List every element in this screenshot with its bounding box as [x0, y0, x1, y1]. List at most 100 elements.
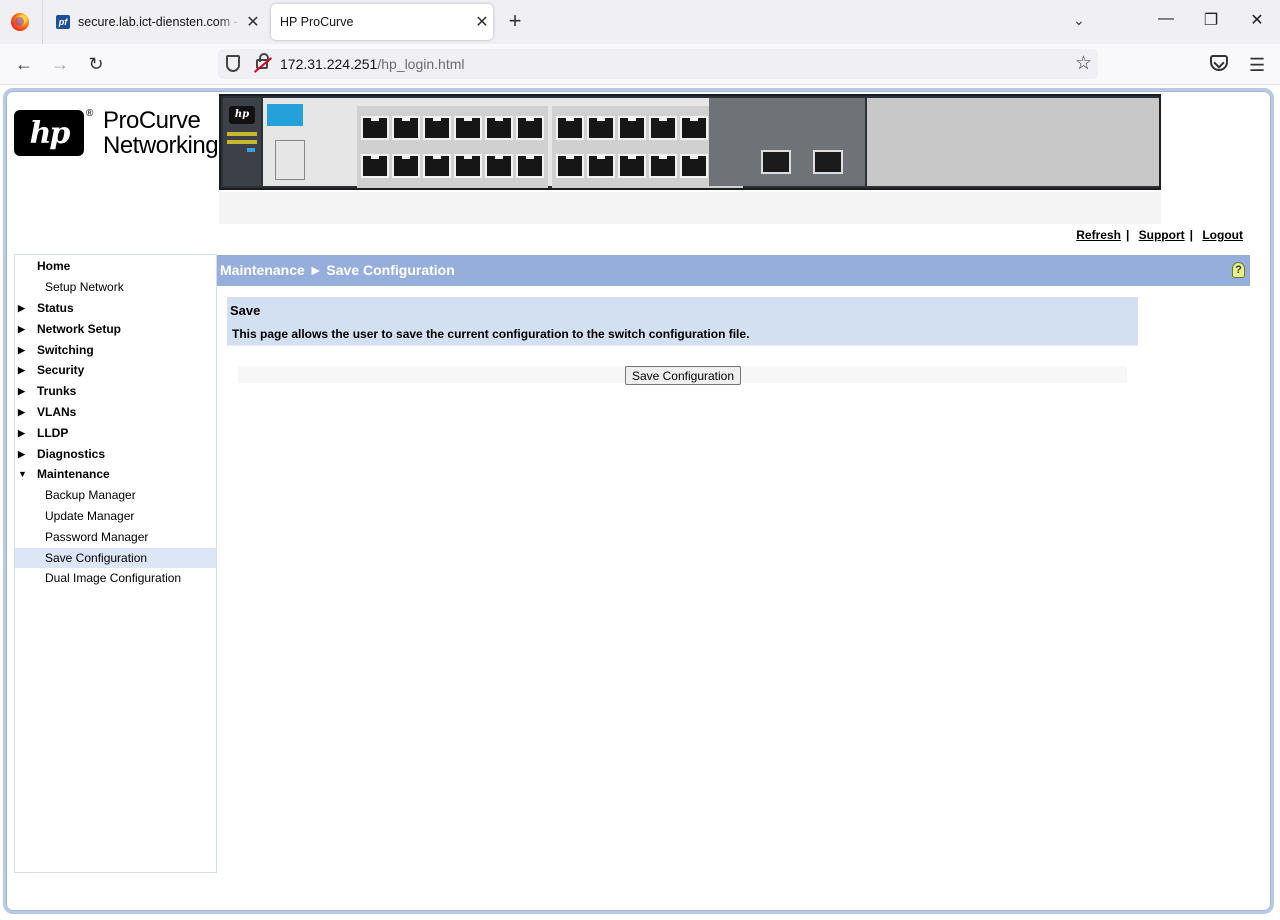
- chevron-down-icon[interactable]: ⌄: [1073, 12, 1085, 29]
- sidebar-item-lldp[interactable]: ▶ LLDP: [15, 423, 216, 443]
- sidebar-item-label: Trunks: [37, 384, 77, 398]
- sidebar-item-label: VLANs: [37, 405, 77, 419]
- url-host: 172.31.224.251: [280, 56, 378, 72]
- sidebar-item-maintenance[interactable]: ▼ Maintenance: [15, 464, 216, 484]
- insecure-lock-icon[interactable]: [256, 53, 269, 69]
- separator: |: [1189, 228, 1193, 242]
- tab-secure-lab[interactable]: pf secure.lab.ict-diensten.com - St ✕: [48, 4, 264, 40]
- fault-led: [227, 140, 257, 144]
- window-close-button[interactable]: ✕: [1242, 10, 1272, 30]
- sidebar-item-save-configuration[interactable]: Save Configuration: [15, 548, 216, 568]
- reload-icon[interactable]: ↻: [84, 54, 108, 74]
- expand-arrow-icon: ▶: [18, 427, 25, 438]
- expand-arrow-icon: ▶: [18, 323, 25, 334]
- port-icon: [680, 116, 708, 140]
- port-icon: [485, 154, 513, 178]
- sidebar-item-label: Switching: [37, 343, 94, 357]
- registered-mark: ®: [86, 108, 94, 119]
- separator: |: [1125, 228, 1130, 242]
- forward-arrow-icon[interactable]: →: [48, 54, 72, 74]
- sidebar-item-label: Home: [37, 259, 71, 273]
- sidebar-item-label: Network Setup: [37, 322, 122, 336]
- switch-blank-panel: [867, 98, 1159, 186]
- sidebar-item-switching[interactable]: ▶ Switching: [15, 340, 216, 360]
- brand-name: ProCurve Networking: [103, 107, 219, 158]
- port-icon: [392, 154, 420, 178]
- sidebar-item-label: Maintenance: [37, 467, 110, 481]
- collapse-arrow-icon: ▼: [18, 469, 27, 479]
- switch-front-panel-image: hp: [219, 94, 1161, 190]
- switch-port-face: [263, 98, 743, 188]
- sidebar-item-backup-manager[interactable]: Backup Manager: [15, 485, 216, 505]
- port-icon: [423, 154, 451, 178]
- page-content: hp ® ProCurve Networking hp Refresh | Su…: [0, 86, 1280, 920]
- port-icon: [454, 116, 482, 140]
- expand-arrow-icon: ▶: [18, 344, 25, 355]
- top-links: Refresh | Support | Logout: [1076, 228, 1243, 242]
- section-description: This page allows the user to save the cu…: [232, 327, 750, 341]
- sidebar-item-password-manager[interactable]: Password Manager: [15, 527, 216, 547]
- tab-strip: pf secure.lab.ict-diensten.com - St ✕ HP…: [0, 0, 1280, 44]
- save-configuration-button[interactable]: Save Configuration: [625, 366, 741, 385]
- logout-link[interactable]: Logout: [1202, 228, 1243, 242]
- sfp-slot: [761, 150, 791, 174]
- save-section: Save This page allows the user to save t…: [227, 297, 1138, 346]
- expand-arrow-icon: ▶: [18, 302, 25, 313]
- sidebar-item-diagnostics[interactable]: ▶ Diagnostics: [15, 444, 216, 464]
- port-icon: [587, 116, 615, 140]
- back-arrow-icon[interactable]: ←: [12, 54, 36, 74]
- model-label: [267, 104, 303, 126]
- sidebar-item-home[interactable]: Home: [15, 256, 216, 276]
- address-bar[interactable]: 172.31.224.251/hp_login.html ☆: [218, 49, 1098, 79]
- help-icon[interactable]: ?: [1232, 262, 1245, 278]
- firefox-icon[interactable]: [11, 13, 29, 31]
- port-icon: [587, 154, 615, 178]
- bookmark-star-icon[interactable]: ☆: [1075, 52, 1092, 75]
- close-icon[interactable]: ✕: [471, 12, 493, 32]
- brand-line-procurve: ProCurve: [103, 107, 201, 134]
- port-icon: [361, 116, 389, 140]
- restore-button[interactable]: ❐: [1196, 10, 1226, 30]
- page-title: Maintenance ► Save Configuration: [220, 262, 455, 278]
- locator-led: [247, 148, 255, 152]
- expand-arrow-icon: ▶: [18, 385, 25, 396]
- shield-icon[interactable]: [226, 55, 240, 72]
- pocket-icon[interactable]: [1210, 55, 1228, 71]
- support-link[interactable]: Support: [1139, 228, 1185, 242]
- sidebar-item-update-manager[interactable]: Update Manager: [15, 506, 216, 526]
- port-icon: [649, 154, 677, 178]
- sidebar-item-trunks[interactable]: ▶ Trunks: [15, 381, 216, 401]
- page-title-bar: Maintenance ► Save Configuration ?: [217, 255, 1250, 286]
- port-icon: [618, 116, 646, 140]
- menu-icon[interactable]: ☰: [1249, 55, 1265, 76]
- expand-arrow-icon: ▶: [18, 448, 25, 459]
- refresh-link[interactable]: Refresh: [1076, 228, 1121, 242]
- hp-logo: hp: [14, 110, 84, 156]
- sfp-slot: [813, 150, 843, 174]
- sidebar-item-setup-network[interactable]: Setup Network: [15, 277, 216, 297]
- sidebar-item-label: LLDP: [37, 426, 69, 440]
- port-icon: [516, 116, 544, 140]
- sidebar-item-network-setup[interactable]: ▶ Network Setup: [15, 319, 216, 339]
- tab-hp-procurve[interactable]: HP ProCurve ✕: [271, 4, 493, 40]
- hp-logo-text: hp: [29, 115, 71, 151]
- pfsense-icon: pf: [56, 15, 70, 29]
- sidebar-item-vlans[interactable]: ▶ VLANs: [15, 402, 216, 422]
- new-tab-button[interactable]: +: [504, 9, 526, 33]
- sidebar-item-security[interactable]: ▶ Security: [15, 360, 216, 380]
- sidebar-item-status[interactable]: ▶ Status: [15, 298, 216, 318]
- sidebar-nav: Home Setup Network ▶ Status ▶ Network Setu…: [14, 254, 217, 873]
- led-mode-button: [275, 140, 305, 180]
- port-icon: [485, 116, 513, 140]
- port-icon: [361, 154, 389, 178]
- port-icon: [516, 154, 544, 178]
- close-icon[interactable]: ✕: [242, 12, 264, 32]
- port-icon: [680, 154, 708, 178]
- minimize-button[interactable]: —: [1151, 10, 1181, 28]
- power-led: [227, 132, 257, 136]
- switch-left-panel: hp: [223, 98, 261, 186]
- url-text[interactable]: 172.31.224.251/hp_login.html: [280, 56, 465, 72]
- switch-hp-logo: hp: [229, 106, 255, 124]
- sidebar-item-dual-image-configuration[interactable]: Dual Image Configuration: [15, 568, 216, 588]
- expand-arrow-icon: ▶: [18, 406, 25, 417]
